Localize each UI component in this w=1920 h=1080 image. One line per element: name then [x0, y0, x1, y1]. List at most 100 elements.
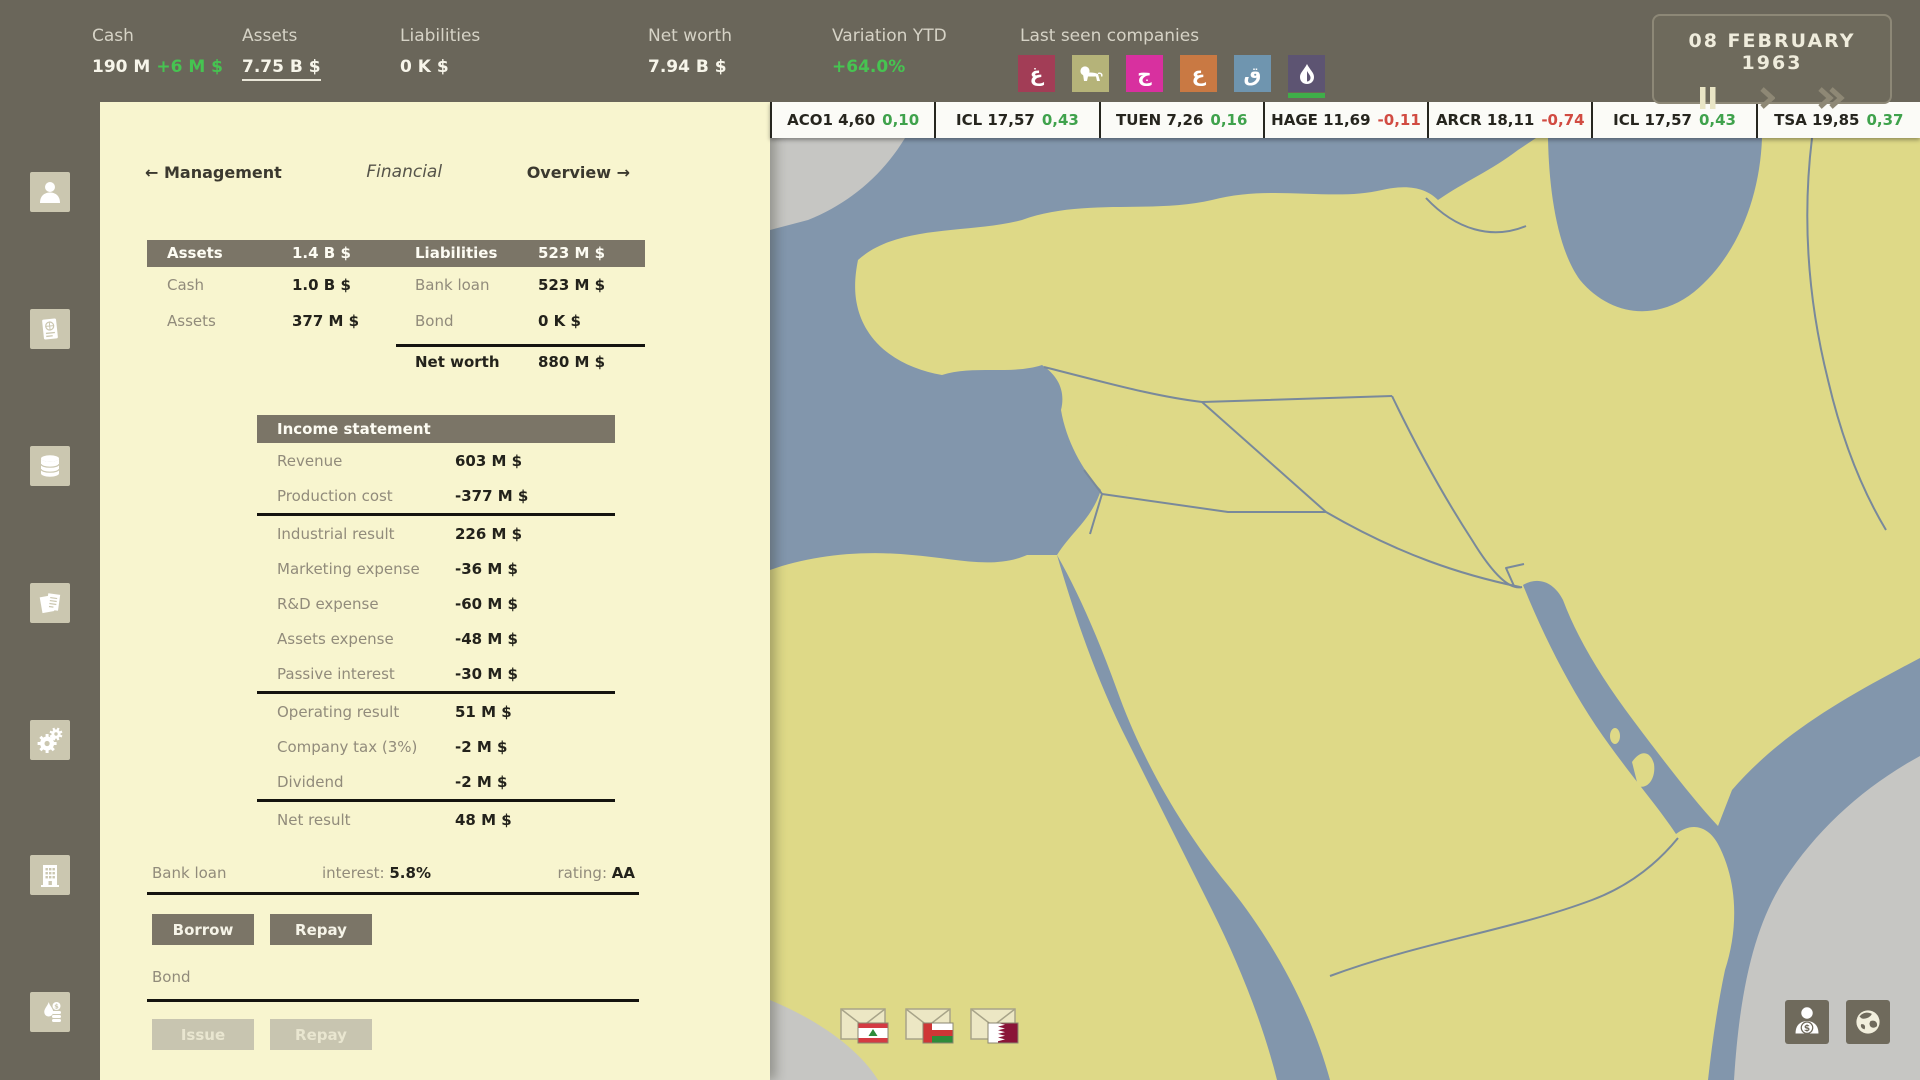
current-date: 08 FEBRUARY 1963 [1688, 30, 1856, 74]
building-icon [41, 865, 59, 887]
nav-management[interactable]: ← Management [145, 163, 282, 182]
company-tile-lion[interactable] [1072, 55, 1109, 92]
flag-oman [922, 1022, 954, 1044]
income-row: Production cost -377 M $ [277, 487, 529, 505]
oil-money-icon: $ [44, 1002, 61, 1022]
income-row: Net result 48 M $ [277, 811, 512, 829]
net-worth-row-value: 880 M $ [538, 353, 606, 371]
person-icon [40, 182, 60, 203]
balance-liabilities-label: Liabilities [415, 244, 498, 262]
ticker-cell[interactable]: TUEN 7,26 0,16 [1101, 102, 1265, 138]
gears-icon [37, 727, 63, 753]
net-worth-label: Net worth [648, 26, 732, 46]
rating-label: rating: [557, 864, 612, 882]
middle-east-map[interactable]: $ [770, 138, 1920, 1080]
income-row: R&D expense -60 M $ [277, 595, 518, 613]
cash-delta: +6 M $ [156, 57, 223, 77]
last-seen-companies-label: Last seen companies [1020, 26, 1200, 46]
documents-icon [39, 593, 61, 614]
stat-variation-ytd: Variation YTD +64.0% [832, 0, 947, 77]
time-controls [1654, 86, 1890, 110]
repay-loan-button[interactable]: Repay [270, 914, 372, 945]
ticker-cell[interactable]: ICL 17,57 0,43 [936, 102, 1101, 138]
nav-overview[interactable]: Overview → [527, 163, 630, 182]
arabic-letter-ain-icon: ع [1191, 61, 1206, 86]
contract-icon [42, 318, 58, 340]
liabilities-value: 0 K $ [400, 57, 449, 77]
left-sidebar: $ [0, 102, 100, 1080]
top-stat-bar: Cash 190 M +6 M $ Assets 7.75 B $ Liabili… [0, 0, 1920, 109]
pause-icon [1700, 87, 1716, 109]
database-icon [40, 455, 60, 477]
sidebar-item-staff[interactable] [30, 172, 70, 212]
envelope-qatar[interactable] [970, 1006, 1020, 1044]
income-row: Industrial result 226 M $ [277, 525, 523, 543]
rating-value: AA [611, 864, 635, 882]
arabic-letter-jeem-icon: ج [1137, 61, 1152, 86]
sidebar-item-production[interactable] [30, 720, 70, 760]
island-small[interactable] [1631, 1009, 1653, 1019]
sidebar-item-storage[interactable] [30, 446, 70, 486]
company-tile-flame[interactable] [1288, 55, 1325, 98]
globe-button[interactable] [1846, 1000, 1890, 1044]
variation-ytd-label: Variation YTD [832, 26, 947, 46]
issue-bond-button[interactable]: Issue [152, 1019, 254, 1050]
globe-icon [1856, 1010, 1880, 1034]
company-tile-ghain[interactable]: غ [1018, 55, 1055, 92]
stat-net-worth: Net worth 7.94 B $ [648, 0, 732, 77]
flame-drop-icon [1299, 63, 1314, 84]
variation-ytd-value: +64.0% [832, 57, 906, 77]
arabic-letter-ghain-icon: غ [1029, 61, 1044, 86]
bank-loan-divider [147, 892, 639, 895]
sidebar-item-company[interactable] [30, 855, 70, 895]
company-tile-ain[interactable]: ع [1180, 55, 1217, 92]
bank-loan-label: Bank loan [152, 864, 227, 882]
company-tile-jeem[interactable]: ج [1126, 55, 1163, 92]
balance-sheet: Assets 1.4 B $ Liabilities 523 M $ Cash … [147, 240, 645, 381]
income-row: Company tax (3%) -2 M $ [277, 738, 508, 756]
panel-nav: ← Management Financial Overview → [145, 162, 630, 182]
net-worth-divider [396, 344, 645, 347]
ticker-cell[interactable]: ACO1 4,60 0,10 [772, 102, 937, 138]
balance-liabilities-total: 523 M $ [538, 244, 606, 262]
ticker-cell[interactable]: HAGE 11,69 -0,11 [1265, 102, 1430, 138]
bond-label: Bond [152, 968, 191, 986]
envelope-oman[interactable] [905, 1006, 955, 1044]
flag-qatar [987, 1022, 1019, 1044]
sidebar-item-reports[interactable] [30, 583, 70, 623]
borrow-button[interactable]: Borrow [152, 914, 254, 945]
trader-button[interactable]: $ [1785, 1000, 1829, 1044]
net-worth-value: 7.94 B $ [648, 57, 727, 77]
sidebar-item-contracts[interactable] [30, 309, 70, 349]
income-row: Dividend -2 M $ [277, 773, 508, 791]
stat-cash: Cash 190 M +6 M $ [92, 0, 223, 77]
last-seen-company-tiles: غ ج ع ق [1018, 55, 1325, 98]
pause-button[interactable] [1699, 86, 1717, 110]
envelope-lebanon[interactable] [840, 1006, 890, 1044]
ticker-cell[interactable]: ARCR 18,11 -0,74 [1429, 102, 1594, 138]
play-icon [1760, 87, 1775, 109]
fast-forward-button[interactable] [1817, 86, 1845, 110]
island-bahrain[interactable] [1610, 728, 1620, 744]
repay-bond-button[interactable]: Repay [270, 1019, 372, 1050]
svg-text:$: $ [54, 1002, 59, 1010]
balance-assets-total: 1.4 B $ [292, 244, 351, 262]
assets-label: Assets [242, 26, 298, 46]
cash-value: 190 M [92, 57, 151, 77]
assets-value-link: 7.75 B $ [242, 57, 321, 81]
cash-label: Cash [92, 26, 134, 46]
stat-liabilities: Liabilities 0 K $ [400, 0, 480, 77]
svg-text:$: $ [1804, 1024, 1810, 1034]
interest-value: 5.8% [389, 864, 431, 882]
income-row: Revenue 603 M $ [277, 452, 523, 470]
company-tile-qaf[interactable]: ق [1234, 55, 1271, 92]
income-statement-title: Income statement [257, 415, 615, 443]
bond-divider [147, 999, 639, 1002]
date-time-panel: 08 FEBRUARY 1963 [1652, 14, 1892, 109]
income-row: Passive interest -30 M $ [277, 665, 518, 683]
play-button[interactable] [1759, 86, 1775, 110]
bank-loan-row: Bank loan interest: 5.8% rating: AA [152, 864, 635, 886]
lion-icon [1079, 65, 1102, 81]
income-row: Operating result 51 M $ [277, 703, 512, 721]
sidebar-item-oil-finance[interactable]: $ [30, 992, 70, 1032]
